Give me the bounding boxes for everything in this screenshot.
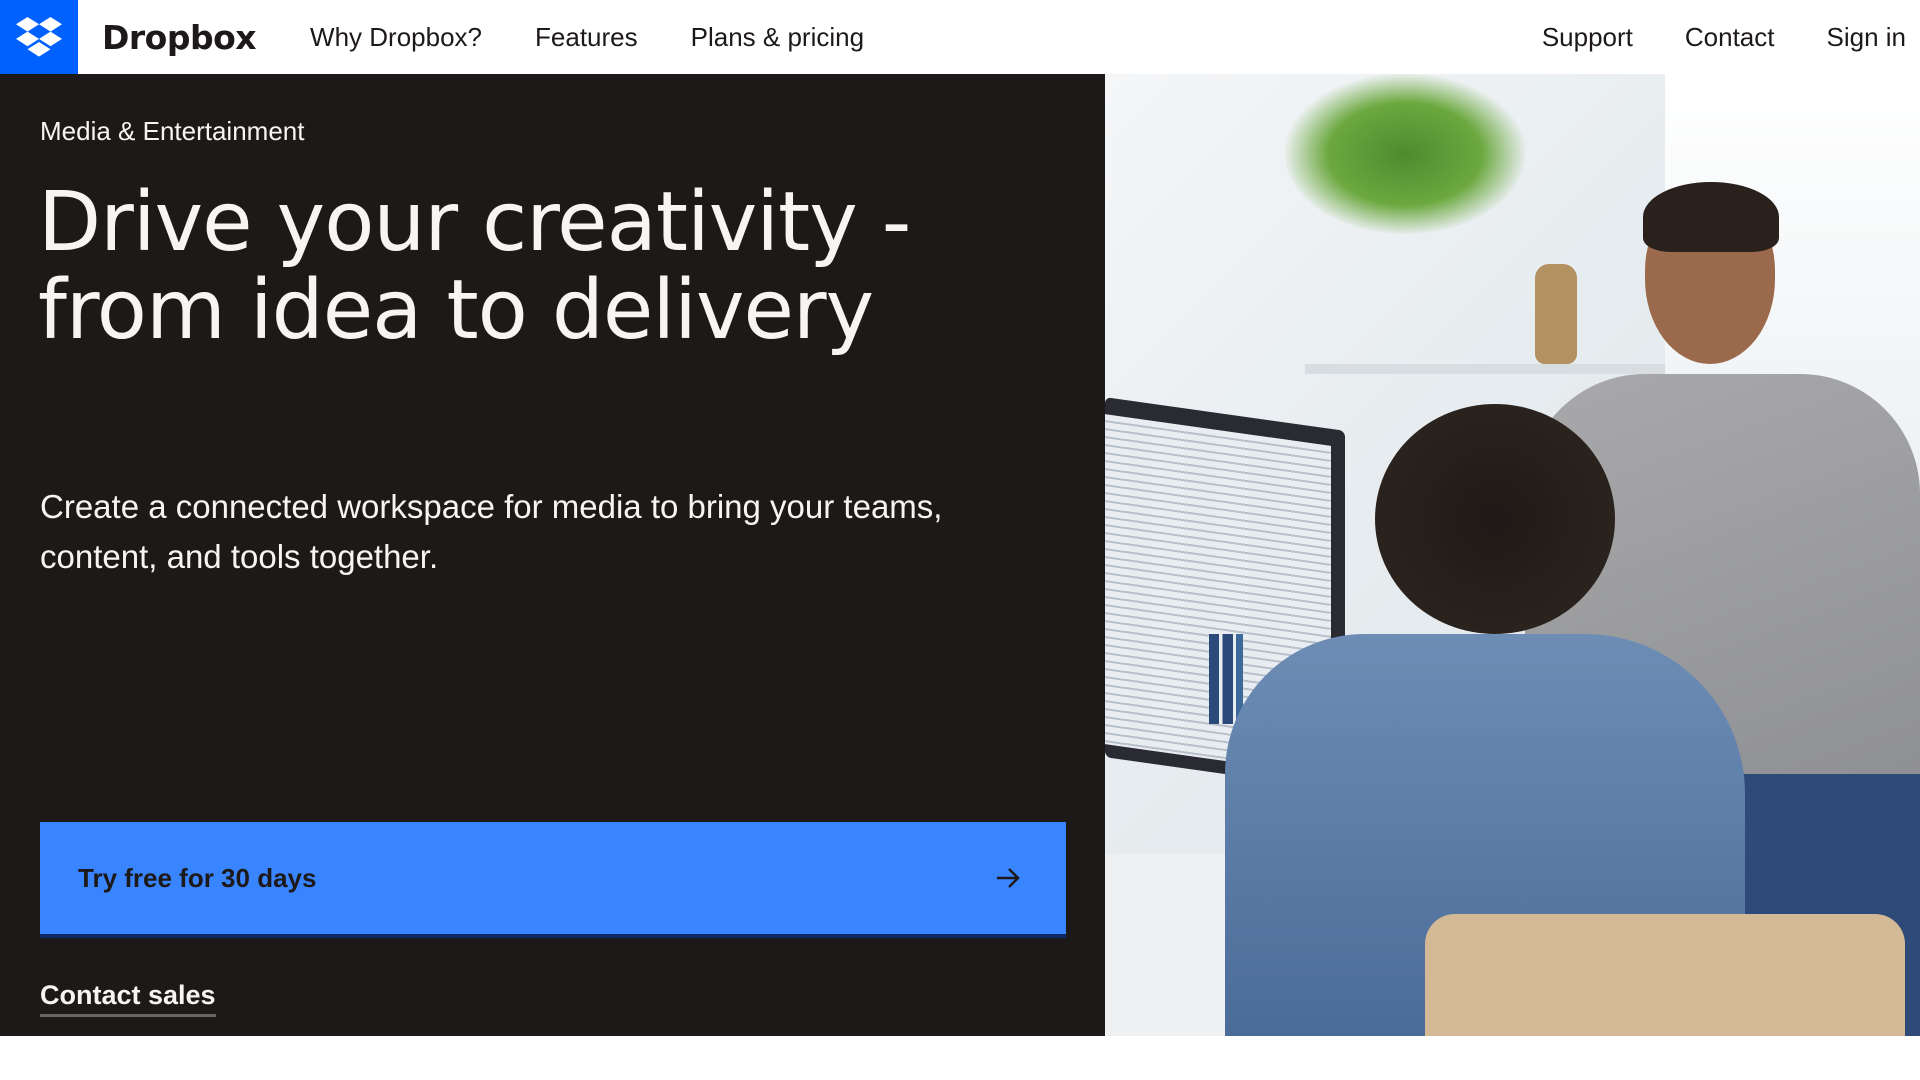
dropbox-logo-icon (16, 17, 62, 57)
nav-sign-in[interactable]: Sign in (1827, 22, 1907, 53)
eyebrow-label: Media & Entertainment (40, 116, 305, 146)
secondary-nav: Support Contact Sign in (1490, 0, 1906, 74)
hero-image (1105, 74, 1920, 1036)
chair-image (1425, 914, 1905, 1036)
plant-image (1285, 74, 1525, 234)
brand-name[interactable]: Dropbox (102, 18, 257, 57)
top-navigation: Dropbox Why Dropbox? Features Plans & pr… (0, 0, 1920, 74)
woman-hair-image (1375, 404, 1615, 634)
hero-section: Media & Entertainment Drive your creativ… (0, 74, 1920, 1036)
try-free-button[interactable]: Try free for 30 days (40, 822, 1066, 938)
nav-plans-pricing[interactable]: Plans & pricing (691, 22, 864, 53)
hero-text-panel: Media & Entertainment Drive your creativ… (0, 74, 1105, 1036)
primary-nav: Why Dropbox? Features Plans & pricing (310, 22, 917, 53)
contact-sales-link[interactable]: Contact sales (40, 980, 216, 1017)
vase-image (1535, 264, 1577, 364)
hero-headline: Drive your creativity - from idea to del… (38, 175, 911, 358)
nav-features[interactable]: Features (535, 22, 638, 53)
dropbox-logo[interactable] (0, 0, 78, 74)
try-free-label: Try free for 30 days (78, 862, 317, 893)
nav-support[interactable]: Support (1542, 22, 1633, 53)
shelf-image (1305, 364, 1665, 374)
nav-why-dropbox[interactable]: Why Dropbox? (310, 22, 482, 53)
monitor-chart-image (1209, 634, 1243, 724)
nav-contact[interactable]: Contact (1685, 22, 1775, 53)
man-hair-image (1643, 182, 1779, 252)
arrow-right-icon (997, 868, 1020, 888)
hero-subheadline: Create a connected workspace for media t… (40, 488, 943, 575)
